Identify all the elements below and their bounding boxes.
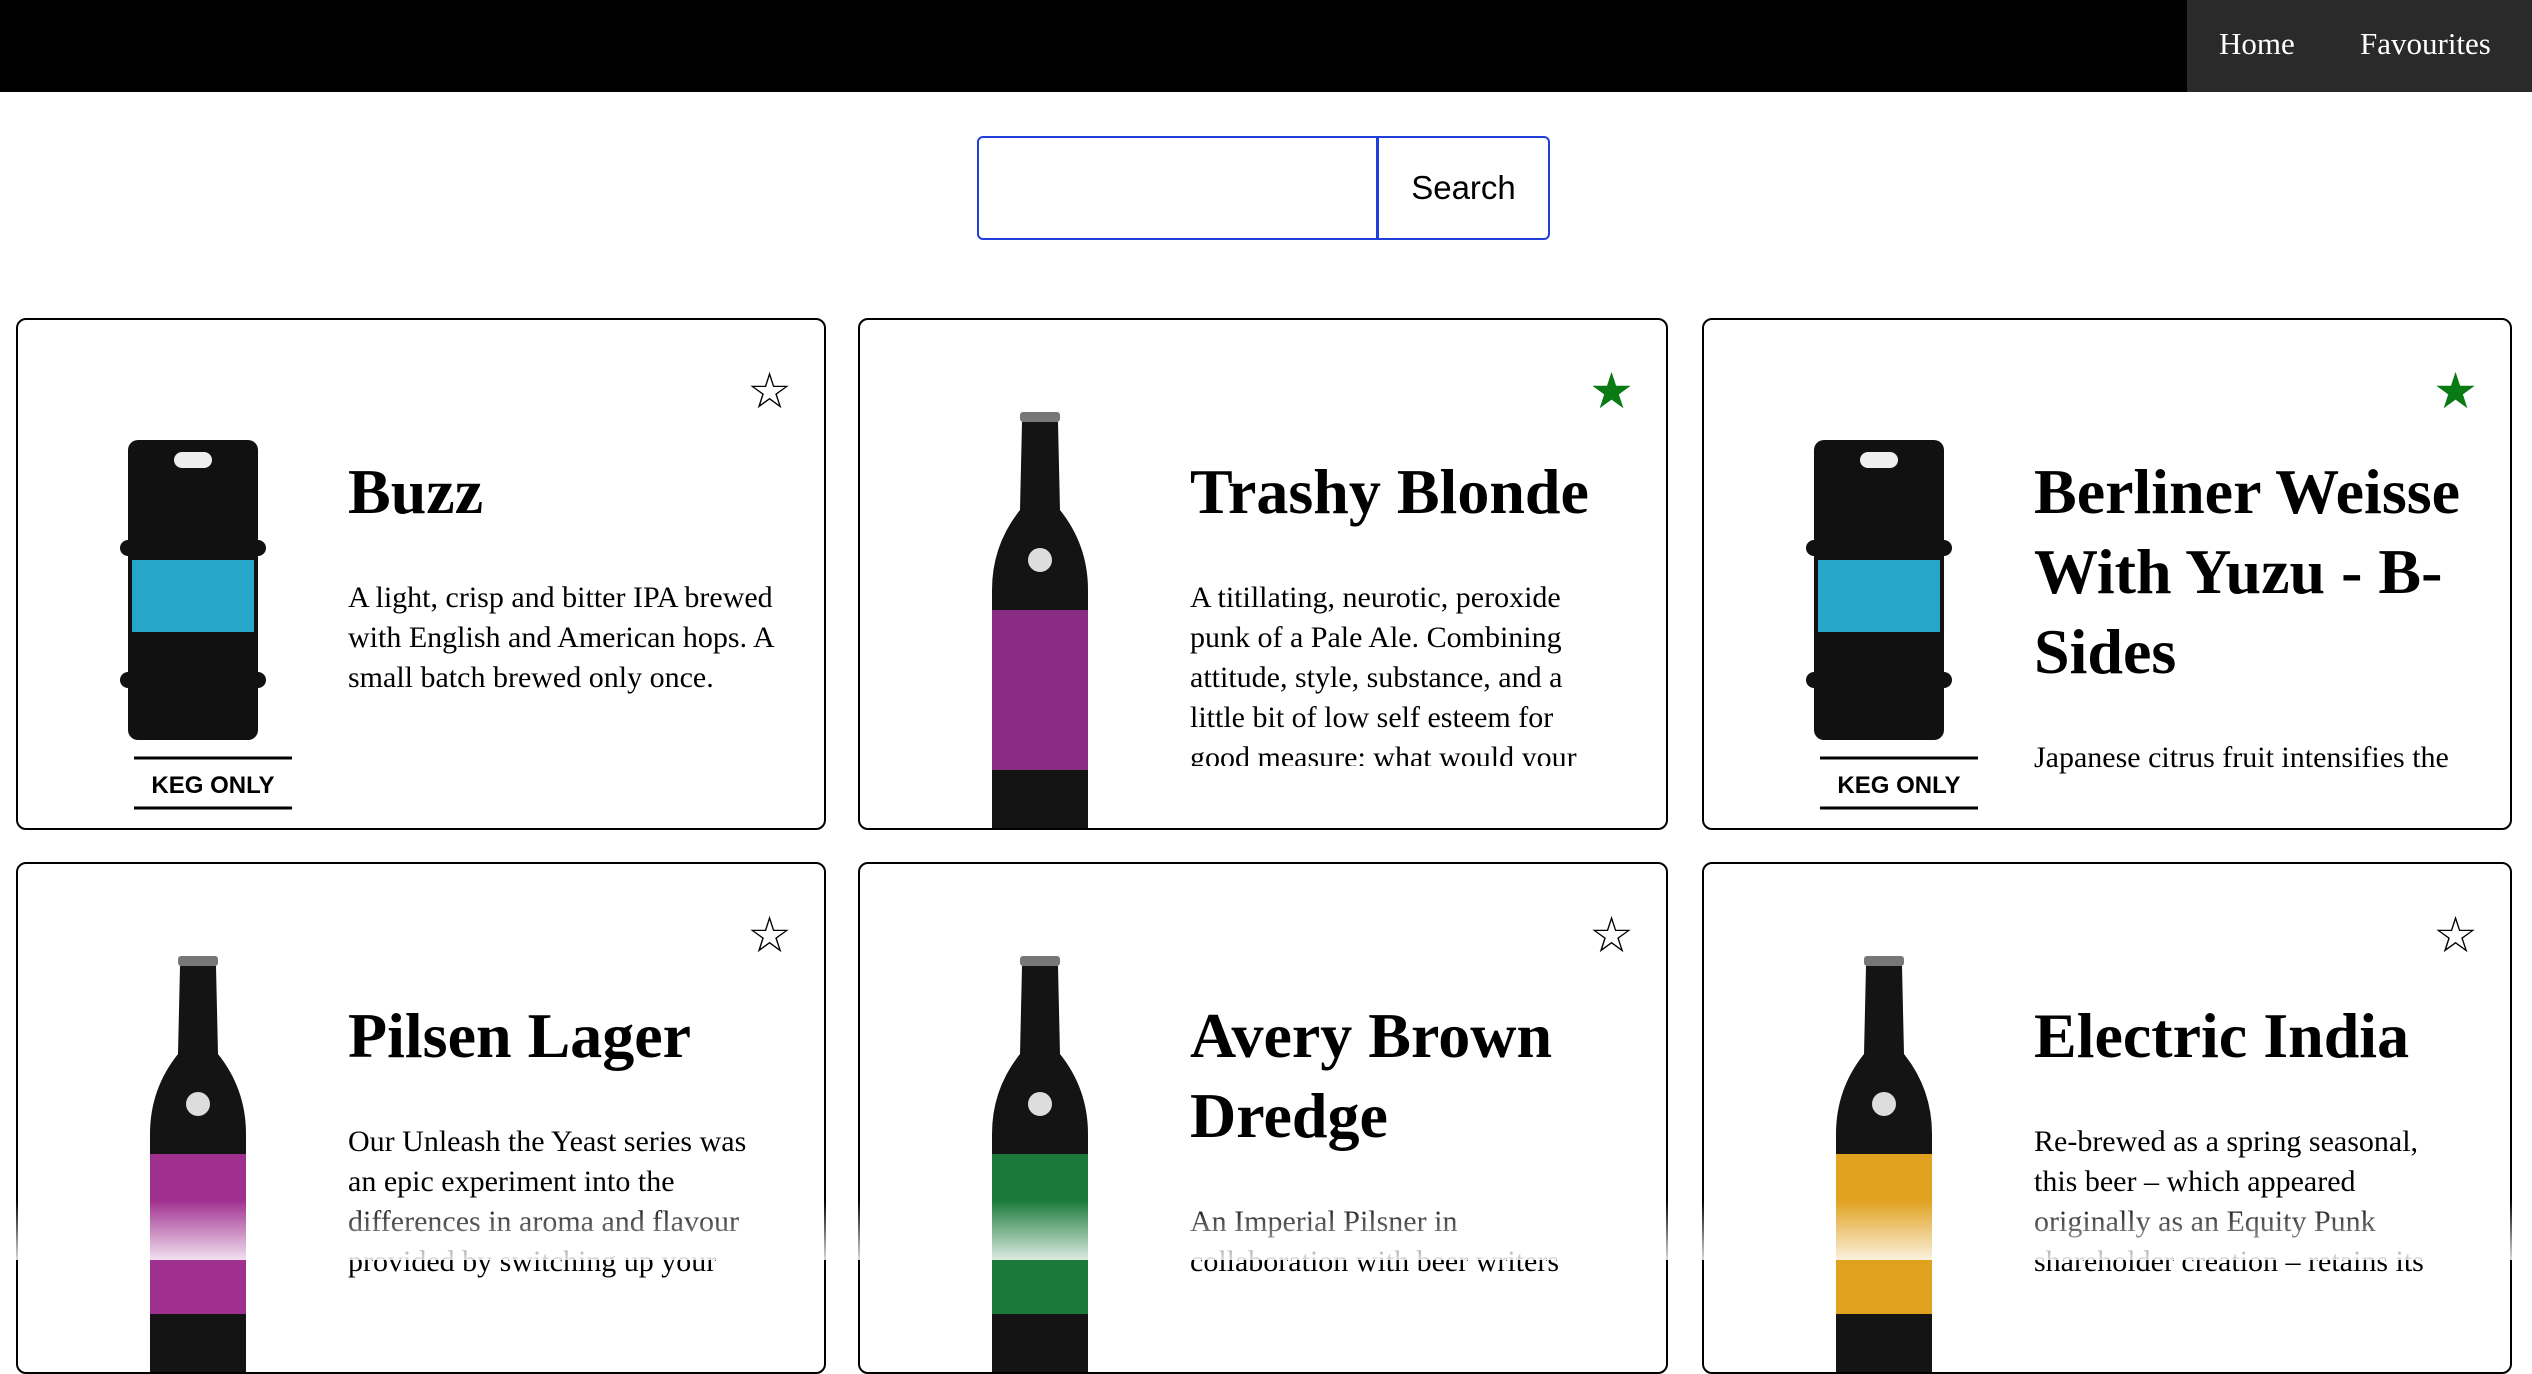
keg-image: KEG ONLY xyxy=(120,440,292,810)
bottle-label-band xyxy=(1836,1154,1932,1314)
beer-card[interactable]: ☆ Avery Brown Dredge An Imperial Pilsner… xyxy=(858,862,1668,1374)
bottle-image xyxy=(1836,956,1932,1372)
search-input[interactable] xyxy=(979,138,1379,238)
beer-description: An Imperial Pilsner in collaboration wit… xyxy=(1190,1205,1560,1278)
search-button[interactable]: Search xyxy=(1379,138,1548,238)
bottle-label-band xyxy=(992,1154,1088,1314)
star-filled-icon[interactable]: ★ xyxy=(2433,366,2478,416)
bottle-label-band xyxy=(992,610,1088,770)
beer-description: A titillating, neurotic, peroxide punk o… xyxy=(1190,581,1577,766)
bottle-label-band xyxy=(150,1154,246,1314)
nav-home-link[interactable]: Home xyxy=(2219,26,2295,62)
beer-title: Electric India xyxy=(2034,1000,2410,1071)
beer-card[interactable]: KEG ONLY ★ Berliner Weisse With Yuzu - B… xyxy=(1702,318,2512,830)
beer-card[interactable]: ☆ Electric India Re-brewed as a spring s… xyxy=(1702,862,2512,1374)
beer-title: Buzz xyxy=(348,456,484,527)
nav-menu: Home Favourites xyxy=(2187,0,2532,92)
star-outline-icon[interactable]: ☆ xyxy=(747,366,792,416)
beer-card[interactable]: KEG ONLY ☆ Buzz A light, crisp and bitte… xyxy=(16,318,826,830)
top-navbar: Home Favourites xyxy=(0,0,2532,92)
bottle-image xyxy=(150,956,246,1372)
beer-title: Berliner Weisse With Yuzu - B-Sides xyxy=(2034,456,2461,687)
star-filled-icon[interactable]: ★ xyxy=(1589,366,1634,416)
search-bar: Search xyxy=(977,136,1550,240)
keg-label-band xyxy=(132,560,254,632)
beer-title: Avery Brown Dredge xyxy=(1190,1000,1553,1151)
star-outline-icon[interactable]: ☆ xyxy=(2433,910,2478,960)
beer-title: Pilsen Lager xyxy=(348,1000,692,1071)
star-outline-icon[interactable]: ☆ xyxy=(747,910,792,960)
beer-description: Japanese citrus fruit intensifies the xyxy=(2034,741,2449,774)
beer-description: A light, crisp and bitter IPA brewed wit… xyxy=(348,581,773,694)
keg-only-label: KEG ONLY xyxy=(151,772,274,799)
beer-description: Re-brewed as a spring seasonal, this bee… xyxy=(2034,1125,2424,1278)
beer-card[interactable]: ★ Trashy Blonde A titillating, neurotic,… xyxy=(858,318,1668,830)
beer-description: Our Unleash the Yeast series was an epic… xyxy=(348,1125,747,1278)
bottle-image xyxy=(992,412,1088,828)
beer-title: Trashy Blonde xyxy=(1190,456,1589,527)
keg-label-band xyxy=(1818,560,1940,632)
star-outline-icon[interactable]: ☆ xyxy=(1589,910,1634,960)
bottle-image xyxy=(992,956,1088,1372)
keg-only-label: KEG ONLY xyxy=(1837,772,1960,799)
beer-card[interactable]: ☆ Pilsen Lager Our Unleash the Yeast ser… xyxy=(16,862,826,1374)
nav-favourites-link[interactable]: Favourites xyxy=(2360,26,2491,62)
keg-image: KEG ONLY xyxy=(1806,440,1978,810)
